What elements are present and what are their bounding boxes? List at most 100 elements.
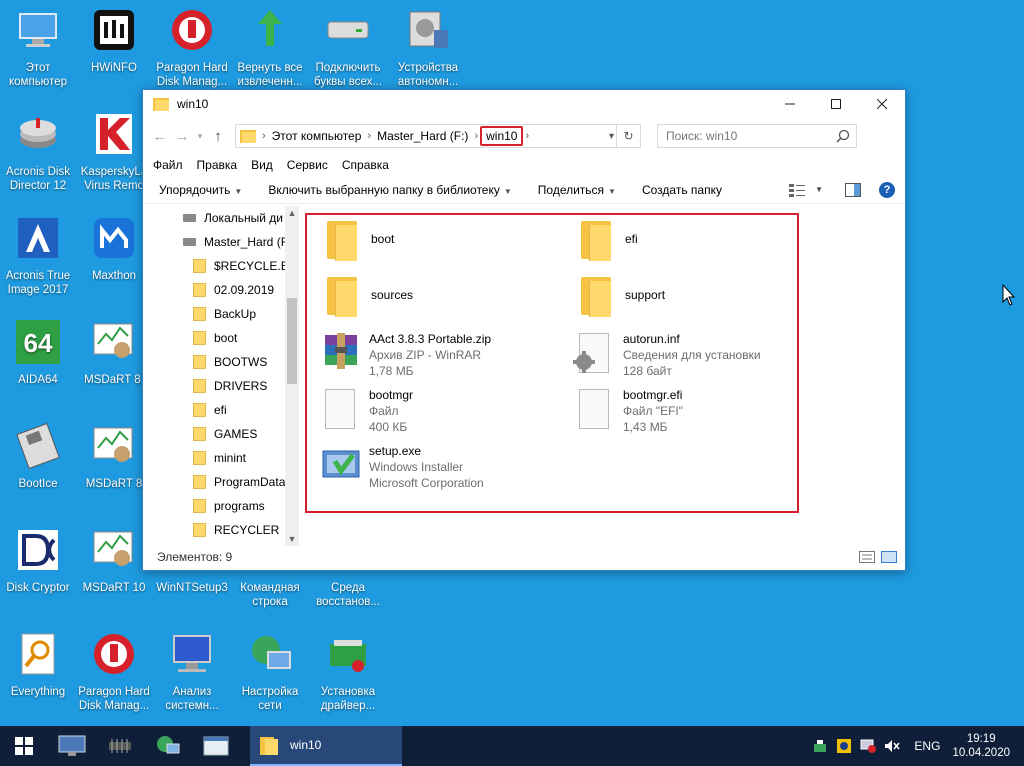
- desktop-icon[interactable]: Everything: [0, 630, 76, 699]
- desktop-icon[interactable]: Этот компьютер: [0, 6, 76, 89]
- menu-help[interactable]: Справка: [342, 158, 389, 172]
- file-item[interactable]: sources: [323, 275, 413, 319]
- desktop-icon[interactable]: Устройства автономн...: [390, 6, 466, 89]
- nav-item-label: programs: [214, 499, 265, 513]
- nav-item[interactable]: 02.09.2019: [143, 278, 299, 302]
- desktop-icon[interactable]: Maxthon: [76, 214, 152, 283]
- file-item[interactable]: AAct 3.8.3 Portable.zip Архив ZIP - WinRA…: [321, 331, 491, 379]
- desktop-icon[interactable]: Установка драйвер...: [310, 630, 386, 713]
- nav-item[interactable]: programs: [143, 494, 299, 518]
- desktop-icon[interactable]: HWiNFO: [76, 6, 152, 75]
- close-button[interactable]: [859, 90, 905, 118]
- tray-network-disconnected-icon[interactable]: [858, 739, 878, 753]
- file-name: AAct 3.8.3 Portable.zip: [369, 332, 492, 346]
- nav-item[interactable]: Master_Hard (F: [143, 230, 299, 254]
- organize-button[interactable]: Упорядочить ▼: [159, 183, 242, 197]
- desktop-icon[interactable]: Настройка сети: [232, 630, 308, 713]
- desktop-icon[interactable]: MSDaRT 10: [76, 526, 152, 595]
- file-icon: [321, 387, 357, 431]
- taskbar-window-icon[interactable]: [192, 726, 240, 766]
- scroll-down-icon[interactable]: ▼: [285, 534, 299, 544]
- new-folder-button[interactable]: Создать папку: [642, 183, 722, 197]
- title-bar[interactable]: win10: [143, 90, 905, 118]
- desktop-icon[interactable]: Acronis True Image 2017: [0, 214, 76, 297]
- scrollbar-thumb[interactable]: [287, 298, 297, 384]
- start-button[interactable]: [0, 726, 48, 766]
- nav-item[interactable]: GAMES: [143, 422, 299, 446]
- desktop-icon[interactable]: KasperskyLa Virus Remo: [76, 110, 152, 193]
- menu-file[interactable]: Файл: [153, 158, 183, 172]
- file-item[interactable]: efi: [577, 219, 638, 263]
- desktop-icon[interactable]: Paragon Hard Disk Manag...: [76, 630, 152, 713]
- address-bar[interactable]: › Этот компьютер › Master_Hard (F:) › wi…: [235, 124, 641, 148]
- menu-view[interactable]: Вид: [251, 158, 273, 172]
- desktop-icon[interactable]: Вернуть все извлеченн...: [232, 6, 308, 89]
- back-button[interactable]: ←: [149, 125, 171, 147]
- refresh-button[interactable]: ↻: [616, 125, 640, 147]
- desktop-icon[interactable]: Acronis Disk Director 12: [0, 110, 76, 193]
- desktop-icon[interactable]: Анализ системн...: [154, 630, 230, 713]
- nav-item[interactable]: BackUp: [143, 302, 299, 326]
- file-item[interactable]: bootmgr.efi Файл "EFI" 1,43 МБ: [575, 387, 683, 435]
- scroll-up-icon[interactable]: ▲: [285, 208, 299, 218]
- taskbar-network-icon[interactable]: [144, 726, 192, 766]
- nav-item[interactable]: BOOTWS: [143, 350, 299, 374]
- breadcrumb-drive[interactable]: Master_Hard (F:): [373, 129, 472, 143]
- file-item[interactable]: boot: [323, 219, 394, 263]
- help-icon[interactable]: ?: [879, 181, 895, 198]
- chevron-down-icon[interactable]: ▼: [815, 185, 823, 194]
- nav-item[interactable]: efi: [143, 398, 299, 422]
- taskbar-explorer-task[interactable]: win10: [250, 726, 402, 766]
- file-size: 400 КБ: [369, 420, 408, 434]
- menu-edit[interactable]: Правка: [197, 158, 238, 172]
- nav-item[interactable]: minint: [143, 446, 299, 470]
- paragon-icon: [172, 10, 212, 50]
- nav-item[interactable]: RECYCLER: [143, 518, 299, 542]
- nav-item[interactable]: boot: [143, 326, 299, 350]
- details-view-icon[interactable]: [859, 551, 875, 563]
- menu-tools[interactable]: Сервис: [287, 158, 328, 172]
- nav-scrollbar[interactable]: ▲ ▼: [285, 206, 299, 546]
- language-indicator[interactable]: ENG: [914, 739, 940, 753]
- preview-pane-icon[interactable]: [845, 182, 861, 197]
- up-button[interactable]: ↑: [207, 125, 229, 147]
- explorer-window[interactable]: win10 ← → ▾ ↑ › Этот компьютер › Master_…: [142, 89, 906, 571]
- desktop-icon[interactable]: MSDaRT 8: [76, 422, 152, 491]
- forward-button[interactable]: →: [171, 125, 193, 147]
- desktop-icon[interactable]: 64 AIDA64: [0, 318, 76, 387]
- nav-item-label: BackUp: [214, 307, 257, 321]
- file-item[interactable]: setup.exe Windows Installer Microsoft Corp…: [321, 443, 484, 491]
- maximize-button[interactable]: [813, 90, 859, 118]
- desktop-icon[interactable]: Подключить буквы всех...: [310, 6, 386, 89]
- file-item[interactable]: autorun.inf Сведения для установки 128 бай…: [573, 331, 761, 379]
- taskbar: win10 ENG 19:19 10.04.2020: [0, 726, 1024, 766]
- clock[interactable]: 19:19 10.04.2020: [952, 732, 1010, 760]
- search-input[interactable]: Поиск: win10: [657, 124, 857, 148]
- nav-item[interactable]: $RECYCLE.BIN: [143, 254, 299, 278]
- desktop-icon[interactable]: Disk Cryptor: [0, 526, 76, 595]
- nav-item[interactable]: ProgramData: [143, 470, 299, 494]
- folder-icon: [577, 275, 613, 319]
- breadcrumb-current[interactable]: win10: [480, 126, 524, 146]
- nav-item[interactable]: DRIVERS: [143, 374, 299, 398]
- taskbar-chip-icon[interactable]: [96, 726, 144, 766]
- desktop-icon[interactable]: BootIce: [0, 422, 76, 491]
- view-options-icon[interactable]: [789, 183, 806, 197]
- folder-icon: [240, 130, 256, 143]
- minimize-button[interactable]: [767, 90, 813, 118]
- desktop-icon[interactable]: Paragon Hard Disk Manag...: [154, 6, 230, 89]
- recent-dropdown[interactable]: ▾: [193, 125, 207, 147]
- tray-app-icon[interactable]: [834, 739, 854, 753]
- nav-item[interactable]: Локальный ди: [143, 206, 299, 230]
- include-library-button[interactable]: Включить выбранную папку в библиотеку ▼: [268, 183, 511, 197]
- breadcrumb-computer[interactable]: Этот компьютер: [268, 129, 366, 143]
- tray-volume-muted-icon[interactable]: [882, 739, 902, 753]
- desktop-icon[interactable]: MSDaRT 8.: [76, 318, 152, 387]
- address-dropdown[interactable]: ▾: [609, 131, 614, 142]
- share-button[interactable]: Поделиться ▼: [538, 183, 616, 197]
- file-item[interactable]: bootmgr Файл 400 КБ: [321, 387, 413, 435]
- tray-usb-icon[interactable]: [810, 739, 830, 753]
- tiles-view-icon[interactable]: [881, 551, 897, 563]
- file-item[interactable]: support: [577, 275, 665, 319]
- taskbar-monitor-icon[interactable]: [48, 726, 96, 766]
